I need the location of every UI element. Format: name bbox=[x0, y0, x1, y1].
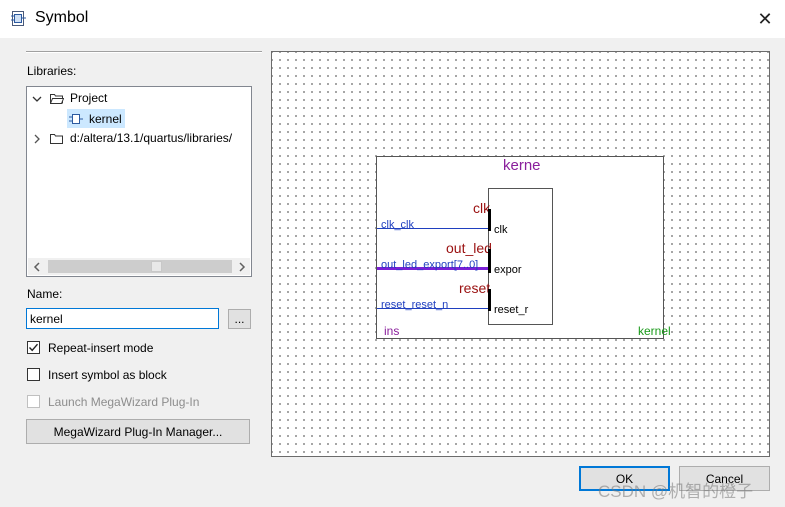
symbol-app-icon bbox=[10, 10, 27, 27]
browse-button[interactable]: ... bbox=[228, 309, 251, 329]
scrollbar-track[interactable] bbox=[48, 260, 232, 273]
repeat-insert-label: Repeat-insert mode bbox=[48, 341, 154, 355]
folder-open-icon bbox=[49, 93, 65, 104]
symbol-icon bbox=[69, 112, 83, 126]
symbol-preview: kerne clk clk_clk clk out_led out_led_ex… bbox=[271, 51, 770, 457]
insert-as-block-checkbox[interactable] bbox=[27, 368, 40, 381]
watermark: CSDN @机智的橙子 bbox=[598, 482, 754, 501]
insert-as-block-label: Insert symbol as block bbox=[48, 368, 167, 382]
launch-megawizard-label: Launch MegaWizard Plug-In bbox=[48, 395, 200, 409]
symbol-box: kerne clk clk_clk clk out_led out_led_ex… bbox=[376, 156, 671, 339]
pin-header-reset: reset bbox=[459, 280, 491, 296]
scroll-right-icon[interactable] bbox=[233, 258, 250, 275]
window-title: Symbol bbox=[35, 9, 89, 26]
pin-header-out-led: out_led bbox=[446, 240, 492, 256]
close-icon[interactable]: ✕ bbox=[745, 0, 785, 38]
instance-label: ins bbox=[384, 324, 400, 338]
footer-label: kernel bbox=[638, 324, 671, 338]
name-input[interactable] bbox=[26, 308, 219, 329]
libraries-tree[interactable]: Project kernel d:/altera/13.1/quartus/li… bbox=[26, 86, 252, 277]
separator bbox=[26, 51, 262, 53]
port-label-clk: clk bbox=[494, 224, 508, 236]
tree-item-altera-libraries[interactable]: d:/altera/13.1/quartus/libraries/ bbox=[32, 129, 232, 147]
title-bar: Symbol ✕ bbox=[0, 0, 785, 38]
chevron-down-icon[interactable] bbox=[32, 93, 42, 103]
folder-icon bbox=[50, 133, 64, 144]
checkmark-icon bbox=[28, 343, 39, 352]
tree-item-label: kernel bbox=[89, 111, 122, 126]
port-marker-reset bbox=[488, 289, 491, 311]
name-label: Name: bbox=[27, 287, 63, 301]
port-label-reset: reset_r bbox=[494, 304, 529, 316]
launch-megawizard-checkbox bbox=[27, 395, 40, 408]
libraries-label: Libraries: bbox=[27, 64, 77, 78]
port-marker-out-led bbox=[488, 249, 491, 273]
scrollbar-thumb[interactable] bbox=[151, 261, 162, 272]
wire-label-out-led: out_led_export[7..0] bbox=[381, 259, 479, 271]
tree-item-kernel[interactable]: kernel bbox=[67, 109, 125, 128]
port-marker-clk bbox=[488, 209, 491, 231]
tree-item-project[interactable]: Project bbox=[32, 89, 107, 107]
wire-label-clk: clk_clk bbox=[381, 219, 415, 231]
repeat-insert-checkbox[interactable] bbox=[27, 341, 40, 354]
megawizard-manager-button[interactable]: MegaWizard Plug-In Manager... bbox=[26, 419, 250, 444]
chevron-right-icon[interactable] bbox=[32, 133, 42, 144]
tree-item-label: Project bbox=[70, 91, 108, 105]
horizontal-scrollbar[interactable] bbox=[28, 258, 250, 275]
scroll-left-icon[interactable] bbox=[28, 258, 45, 275]
port-label-out-led: expor bbox=[494, 264, 522, 276]
tree-item-label: d:/altera/13.1/quartus/libraries/ bbox=[70, 131, 233, 145]
wire-label-reset: reset_reset_n bbox=[381, 299, 449, 311]
symbol-title: kerne bbox=[503, 157, 541, 174]
